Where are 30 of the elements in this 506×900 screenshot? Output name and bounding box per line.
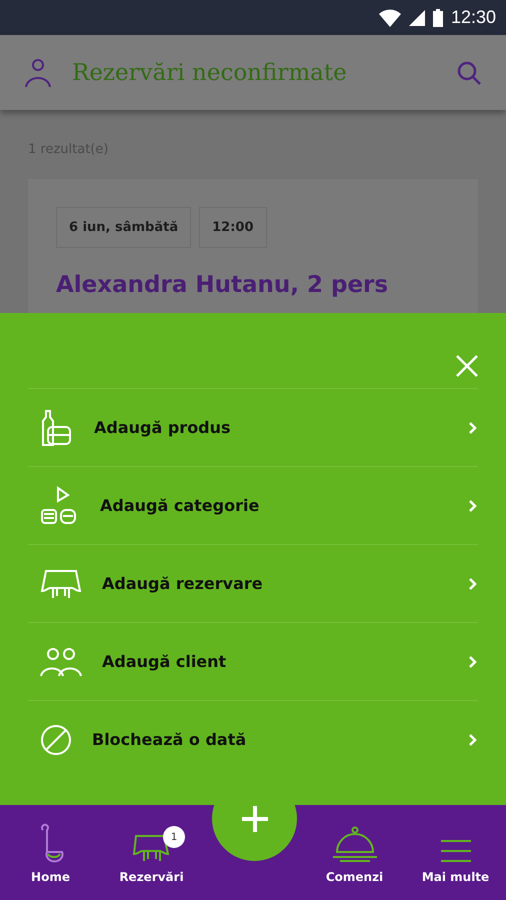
- clock-time: 12:30: [450, 7, 496, 28]
- menu-item[interactable]: Adaugă client: [28, 622, 478, 700]
- nav-tab[interactable]: Mai multe: [405, 838, 506, 884]
- search-icon[interactable]: [456, 60, 482, 86]
- signal-icon: [408, 10, 425, 26]
- menu-icon: [440, 838, 472, 864]
- guest-name: Alexandra Hutanu, 2 pers: [56, 272, 390, 298]
- nav-tab[interactable]: Comenzi: [304, 826, 405, 884]
- menu-item[interactable]: Adaugă categorie: [28, 466, 478, 544]
- bottle-box-icon: [40, 408, 74, 446]
- plus-icon: [240, 804, 270, 834]
- date-chip: 6 iun, sâmbătă: [56, 207, 192, 248]
- nav-tab[interactable]: Home: [0, 822, 101, 884]
- menu-item[interactable]: Adaugă produs: [28, 388, 478, 466]
- menu-item[interactable]: Adaugă rezervare: [28, 544, 478, 622]
- chevron-icon: [468, 420, 478, 434]
- block-icon: [40, 724, 72, 756]
- reservation-card[interactable]: 6 iun, sâmbătă 12:00 Alexandra Hutanu, 2 pers: [28, 179, 478, 313]
- count-badge: 1: [163, 826, 185, 848]
- menu-item[interactable]: Blochează o dată: [28, 700, 478, 778]
- user-icon[interactable]: [24, 58, 52, 88]
- chevron-icon: [468, 498, 478, 512]
- time-chip: 12:00: [199, 207, 267, 248]
- wifi-icon: [378, 8, 401, 26]
- page-title: Rezervări neconfirmate: [72, 60, 348, 86]
- chevron-icon: [468, 732, 478, 746]
- chevron-icon: [468, 654, 478, 668]
- people-icon: [40, 646, 82, 676]
- chevron-icon: [468, 576, 478, 590]
- battery-icon: [432, 8, 443, 26]
